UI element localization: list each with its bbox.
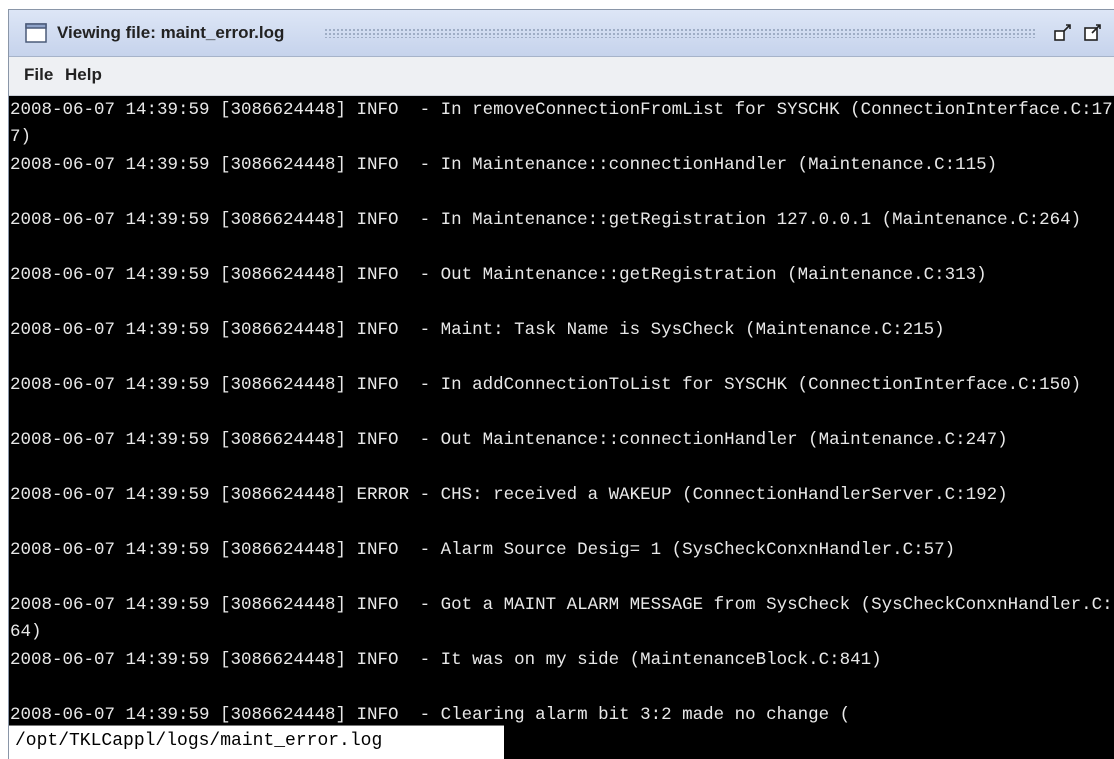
menu-help[interactable]: Help xyxy=(65,65,102,85)
file-path-label: /opt/TKLCappl/logs/maint_error.log xyxy=(15,731,383,751)
log-line: 2008-06-07 14:39:59 [3086624448] INFO - … xyxy=(10,650,882,670)
log-line: 2008-06-07 14:39:59 [3086624448] INFO - … xyxy=(10,100,1113,147)
log-text-area[interactable]: 2008-06-07 14:39:59 [3086624448] INFO - … xyxy=(9,96,1114,759)
log-line: 2008-06-07 14:39:59 [3086624448] INFO - … xyxy=(10,430,1008,450)
file-path-tooltip: /opt/TKLCappl/logs/maint_error.log xyxy=(9,725,504,759)
log-line: 2008-06-07 14:39:59 [3086624448] INFO - … xyxy=(10,375,1082,395)
maximize-icon[interactable] xyxy=(1083,23,1103,43)
log-line: 2008-06-07 14:39:59 [3086624448] INFO - … xyxy=(10,320,945,340)
window-icon xyxy=(25,23,47,43)
window-title: Viewing file: maint_error.log xyxy=(57,23,285,42)
restore-icon[interactable] xyxy=(1053,23,1073,43)
log-line: 2008-06-07 14:39:59 [3086624448] INFO - … xyxy=(10,210,1082,230)
menu-file[interactable]: File xyxy=(24,65,53,85)
title-bar[interactable]: Viewing file: maint_error.log xyxy=(9,10,1114,57)
log-line: 2008-06-07 14:39:59 [3086624448] INFO - … xyxy=(10,540,956,560)
log-line: 2008-06-07 14:39:59 [3086624448] ERROR -… xyxy=(10,485,1008,505)
log-line: 2008-06-07 14:39:59 [3086624448] INFO - … xyxy=(10,595,1113,642)
menu-bar: File Help xyxy=(9,57,1114,96)
log-line: 2008-06-07 14:39:59 [3086624448] INFO - … xyxy=(10,265,987,285)
title-bar-grip xyxy=(324,28,1035,38)
file-viewer-window: Viewing file: maint_error.log File Help … xyxy=(8,9,1114,759)
log-line: 2008-06-07 14:39:59 [3086624448] INFO - … xyxy=(10,155,998,175)
